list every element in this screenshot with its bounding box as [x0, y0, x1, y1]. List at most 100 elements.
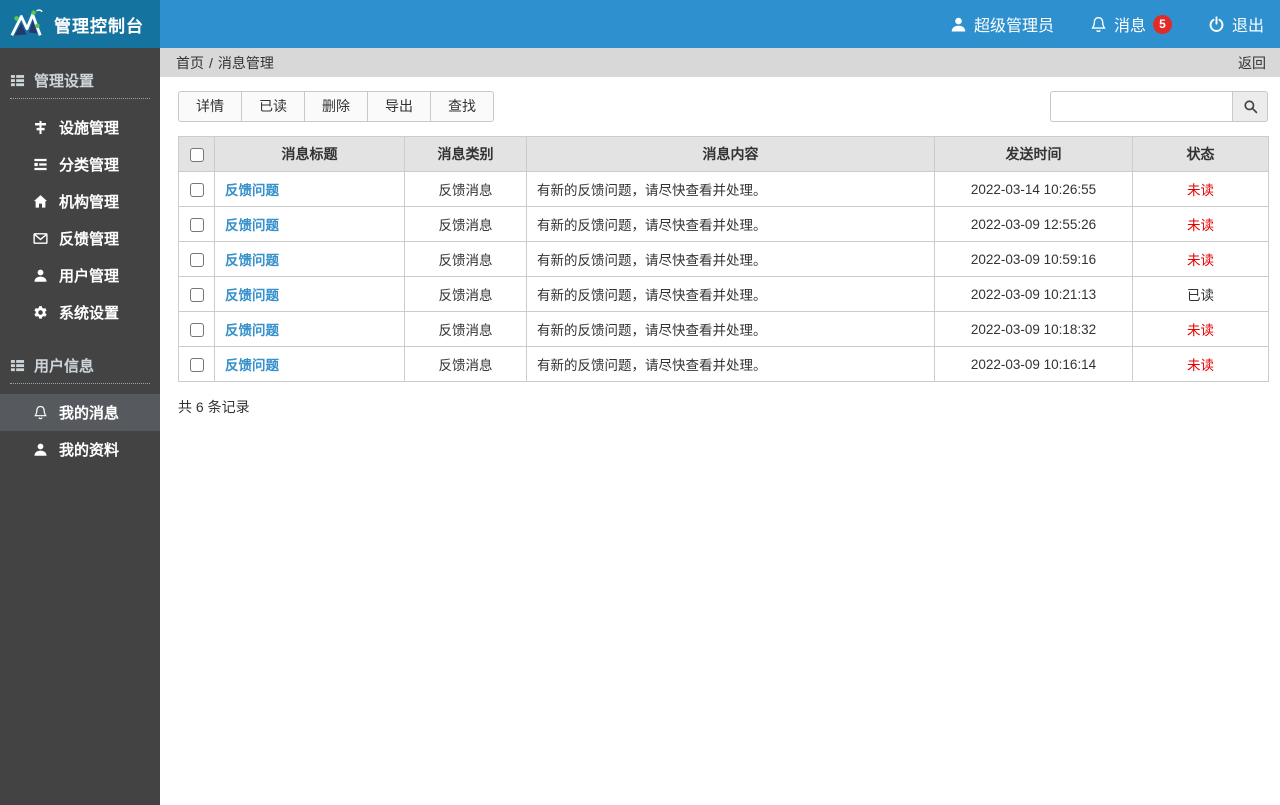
search-input[interactable] — [1050, 91, 1232, 122]
back-link[interactable]: 返回 — [1238, 53, 1266, 73]
send-time-cell: 2022-03-09 12:55:26 — [935, 207, 1133, 242]
sidebar-item-organization[interactable]: 机构管理 — [0, 183, 160, 220]
send-time-cell: 2022-03-09 10:16:14 — [935, 347, 1133, 382]
sidebar-item-facility[interactable]: 设施管理 — [0, 109, 160, 146]
message-title-link[interactable]: 反馈问题 — [225, 183, 279, 198]
breadcrumb-home[interactable]: 首页 — [176, 53, 204, 73]
toolbar-button-export[interactable]: 导出 — [367, 91, 431, 122]
send-time-cell: 2022-03-14 10:26:55 — [935, 172, 1133, 207]
user-icon — [33, 268, 48, 283]
content: 首页 / 消息管理 返回 详情已读删除导出查找 — [160, 48, 1280, 805]
table-row: 反馈问题反馈消息有新的反馈问题，请尽快查看并处理。2022-03-09 12:5… — [179, 207, 1269, 242]
col-header-category: 消息类别 — [405, 137, 527, 172]
status-cell: 未读 — [1133, 172, 1269, 207]
brand[interactable]: 管理控制台 — [0, 0, 160, 48]
messages-label: 消息 — [1114, 12, 1146, 36]
sidebar-item-feedback[interactable]: 反馈管理 — [0, 220, 160, 257]
col-header-time: 发送时间 — [935, 137, 1133, 172]
row-checkbox[interactable] — [190, 253, 204, 267]
message-content-cell: 有新的反馈问题，请尽快查看并处理。 — [527, 312, 935, 347]
col-header-content: 消息内容 — [527, 137, 935, 172]
status-cell: 未读 — [1133, 347, 1269, 382]
sidebar-item-system[interactable]: 系统设置 — [0, 294, 160, 331]
row-select-cell — [179, 347, 215, 382]
current-user-label: 超级管理员 — [974, 12, 1054, 36]
envelope-icon — [33, 231, 48, 246]
row-checkbox[interactable] — [190, 358, 204, 372]
signpost-icon — [33, 120, 48, 135]
message-title-cell: 反馈问题 — [215, 312, 405, 347]
toolbar-button-delete[interactable]: 删除 — [304, 91, 368, 122]
power-icon — [1208, 16, 1225, 33]
breadcrumb-separator: / — [209, 55, 213, 71]
messages-button[interactable]: 消息 5 — [1090, 12, 1172, 36]
message-title-cell: 反馈问题 — [215, 172, 405, 207]
toolbar-button-mark-read[interactable]: 已读 — [241, 91, 305, 122]
topbar-right: 超级管理员 消息 5 退出 — [160, 0, 1280, 48]
sidebar-item-label: 反馈管理 — [59, 228, 119, 249]
sidebar: 管理设置设施管理分类管理机构管理反馈管理用户管理系统设置用户信息我的消息我的资料 — [0, 48, 160, 805]
table-header: 消息标题消息类别消息内容发送时间状态 — [179, 137, 1269, 172]
send-time-cell: 2022-03-09 10:59:16 — [935, 242, 1133, 277]
message-content-cell: 有新的反馈问题，请尽快查看并处理。 — [527, 347, 935, 382]
sidebar-item-label: 设施管理 — [59, 117, 119, 138]
message-title-link[interactable]: 反馈问题 — [225, 288, 279, 303]
row-select-cell — [179, 172, 215, 207]
send-time-cell: 2022-03-09 10:21:13 — [935, 277, 1133, 312]
content-inner: 详情已读删除导出查找 — [160, 77, 1280, 417]
message-category-cell: 反馈消息 — [405, 277, 527, 312]
sidebar-item-label: 我的资料 — [59, 439, 119, 460]
row-select-cell — [179, 242, 215, 277]
logout-button[interactable]: 退出 — [1208, 12, 1264, 36]
topbar: 管理控制台 超级管理员 消息 5 退出 — [0, 0, 1280, 48]
row-checkbox[interactable] — [190, 218, 204, 232]
message-content-cell: 有新的反馈问题，请尽快查看并处理。 — [527, 277, 935, 312]
row-checkbox[interactable] — [190, 323, 204, 337]
message-title-cell: 反馈问题 — [215, 277, 405, 312]
breadcrumb: 首页 / 消息管理 — [176, 53, 274, 73]
table-row: 反馈问题反馈消息有新的反馈问题，请尽快查看并处理。2022-03-09 10:1… — [179, 312, 1269, 347]
toolbar-button-detail[interactable]: 详情 — [178, 91, 242, 122]
sidebar-item-label: 用户管理 — [59, 265, 119, 286]
table-row: 反馈问题反馈消息有新的反馈问题，请尽快查看并处理。2022-03-09 10:5… — [179, 242, 1269, 277]
sidebar-item-my-profile[interactable]: 我的资料 — [0, 431, 160, 468]
bell-icon — [1090, 16, 1107, 33]
sidebar-section-title: 管理设置 — [0, 62, 160, 98]
message-title-link[interactable]: 反馈问题 — [225, 358, 279, 373]
sidebar-item-my-messages[interactable]: 我的消息 — [0, 394, 160, 431]
message-content-cell: 有新的反馈问题，请尽快查看并处理。 — [527, 172, 935, 207]
breadcrumb-current: 消息管理 — [218, 53, 274, 73]
sidebar-item-label: 我的消息 — [59, 402, 119, 423]
table-row: 反馈问题 反馈消息有新的反馈问题，请尽快查看并处理。2022-03-14 10:2… — [179, 172, 1269, 207]
sidebar-item-label: 机构管理 — [59, 191, 119, 212]
message-title-link[interactable]: 反馈问题 — [225, 323, 279, 338]
breadcrumb-bar: 首页 / 消息管理 返回 — [160, 48, 1280, 77]
sidebar-item-users[interactable]: 用户管理 — [0, 257, 160, 294]
sidebar-divider — [10, 383, 150, 384]
row-checkbox[interactable] — [190, 288, 204, 302]
sidebar-item-category[interactable]: 分类管理 — [0, 146, 160, 183]
select-all-checkbox[interactable] — [190, 148, 204, 162]
sidebar-section-label: 管理设置 — [34, 70, 94, 91]
message-category-cell: 反馈消息 — [405, 312, 527, 347]
status-cell: 未读 — [1133, 242, 1269, 277]
indent-list-icon — [33, 157, 48, 172]
message-title-link[interactable]: 反馈问题 — [225, 218, 279, 233]
status-cell: 未读 — [1133, 312, 1269, 347]
current-user-button[interactable]: 超级管理员 — [950, 12, 1054, 36]
messages-table: 消息标题消息类别消息内容发送时间状态 反馈问题反馈消息有新的反馈问题，请尽快查看… — [178, 136, 1269, 382]
sidebar-section-label: 用户信息 — [34, 355, 94, 376]
bell-icon — [33, 405, 48, 420]
search-icon — [1243, 99, 1258, 114]
row-checkbox[interactable] — [190, 183, 204, 197]
row-select-cell — [179, 207, 215, 242]
message-category-cell: 反馈消息 — [405, 172, 527, 207]
list-icon — [10, 73, 25, 88]
search-button[interactable] — [1232, 91, 1268, 122]
toolbar: 详情已读删除导出查找 — [178, 91, 1268, 122]
sidebar-item-label: 系统设置 — [59, 302, 119, 323]
message-content-cell: 有新的反馈问题，请尽快查看并处理。 — [527, 242, 935, 277]
row-select-cell — [179, 277, 215, 312]
toolbar-button-find[interactable]: 查找 — [430, 91, 494, 122]
message-title-link[interactable]: 反馈问题 — [225, 253, 279, 268]
